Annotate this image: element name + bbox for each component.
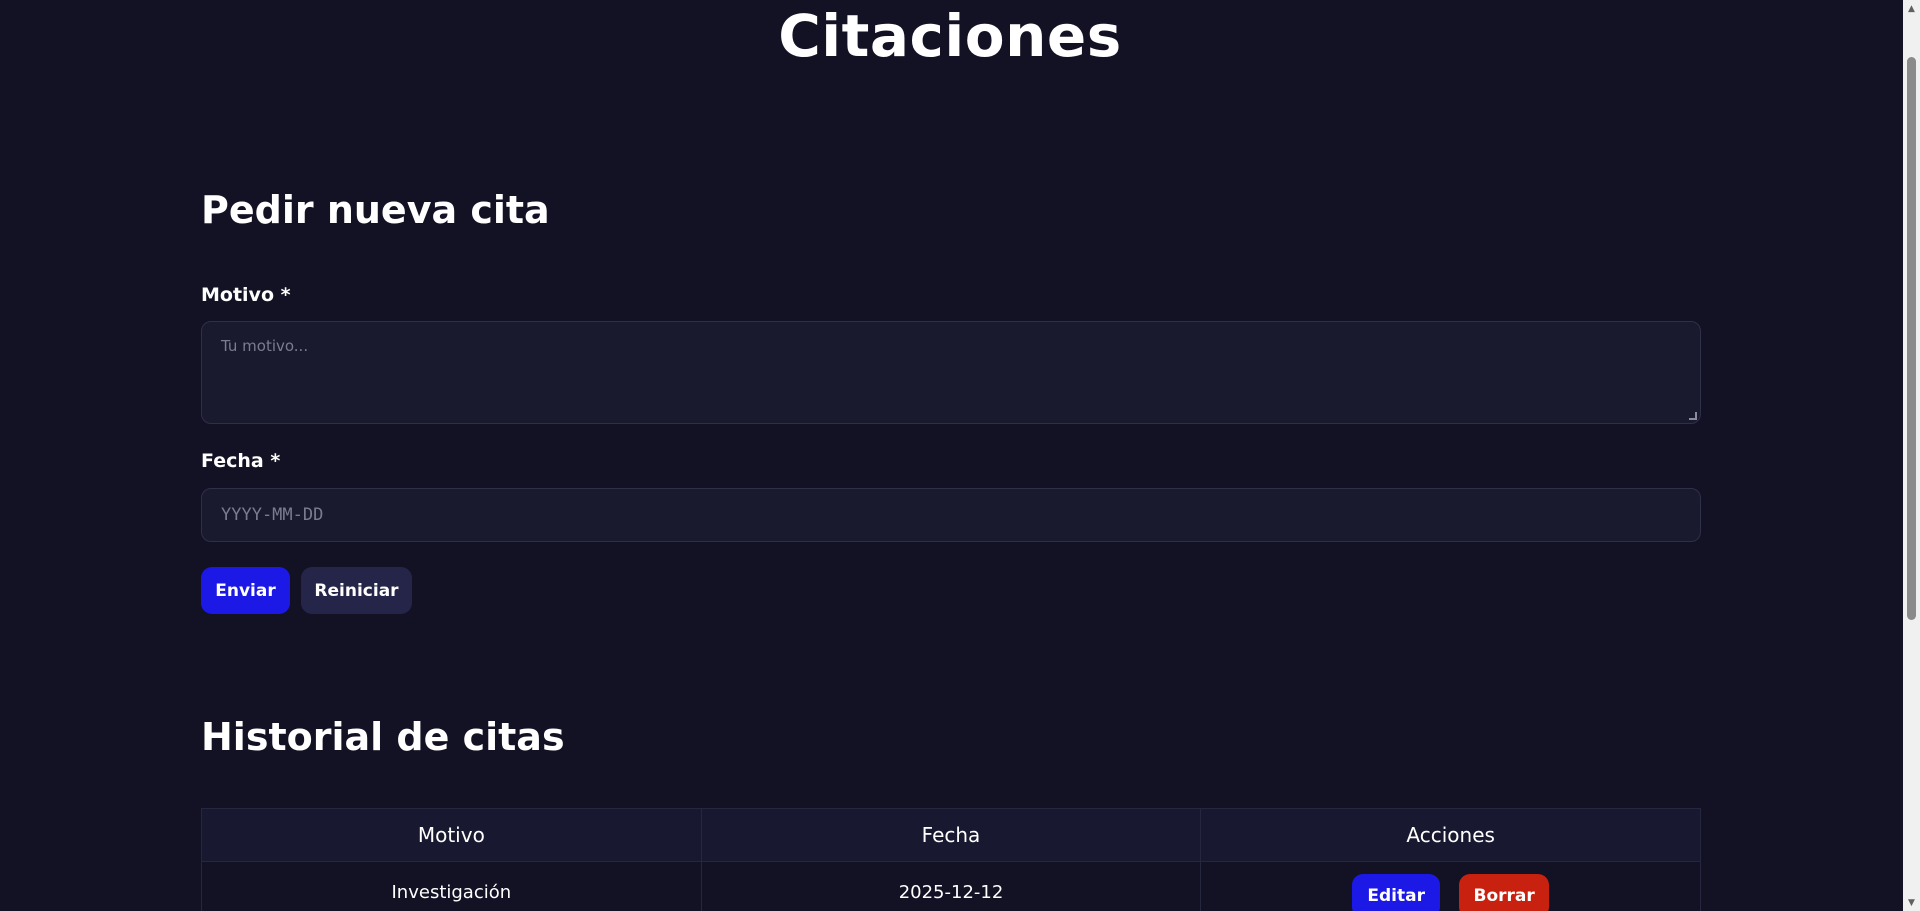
scroll-down-icon[interactable]: ▼ — [1903, 894, 1920, 911]
cell-acciones: Editar Borrar — [1201, 862, 1700, 911]
table-row: Investigación 2025-12-12 Editar Borrar — [201, 862, 1701, 911]
motivo-label: Motivo * — [201, 284, 291, 306]
history-table: Motivo Fecha Acciones Investigación 2025… — [201, 808, 1701, 911]
page: Citaciones Pedir nueva cita Motivo * Tu … — [0, 0, 1920, 911]
motivo-placeholder: Tu motivo... — [221, 337, 309, 355]
scrollbar-thumb[interactable] — [1907, 57, 1916, 620]
vertical-scrollbar[interactable]: ▲ ▼ — [1903, 0, 1920, 911]
cell-motivo: Investigación — [202, 862, 702, 911]
fecha-label: Fecha * — [201, 450, 281, 472]
column-header-fecha: Fecha — [702, 809, 1202, 861]
page-title: Citaciones — [778, 2, 1122, 70]
scroll-up-icon[interactable]: ▲ — [1903, 0, 1920, 17]
form-heading: Pedir nueva cita — [201, 188, 550, 232]
fecha-placeholder: YYYY-MM-DD — [221, 505, 324, 525]
reset-button[interactable]: Reiniciar — [301, 567, 412, 614]
cell-fecha: 2025-12-12 — [702, 862, 1202, 911]
row-actions: Editar Borrar — [1352, 874, 1550, 911]
motivo-textarea[interactable]: Tu motivo... — [201, 321, 1701, 424]
history-heading: Historial de citas — [201, 715, 565, 759]
fecha-input[interactable]: YYYY-MM-DD — [201, 488, 1701, 542]
column-header-acciones: Acciones — [1406, 823, 1495, 847]
column-header-motivo: Motivo — [202, 809, 702, 861]
submit-button[interactable]: Enviar — [201, 567, 290, 614]
edit-button[interactable]: Editar — [1352, 874, 1441, 911]
table-header: Motivo Fecha Acciones — [201, 808, 1701, 862]
delete-button[interactable]: Borrar — [1459, 874, 1550, 911]
resize-handle-icon[interactable] — [1689, 412, 1697, 420]
